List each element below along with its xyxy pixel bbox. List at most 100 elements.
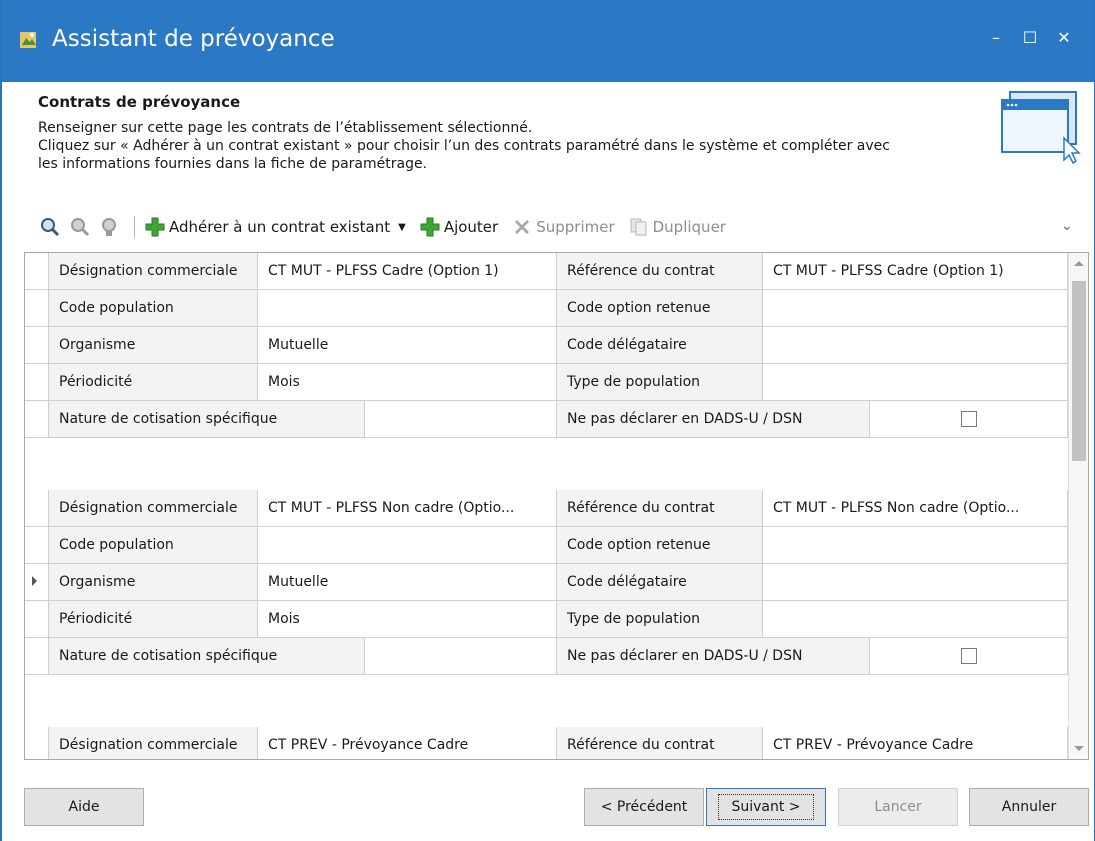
app-icon (20, 32, 36, 48)
label-periodicite: Périodicité (49, 364, 258, 400)
code-population-value[interactable] (258, 527, 557, 563)
type-population-value[interactable] (763, 601, 1068, 637)
label-organisme: Organisme (49, 564, 258, 600)
page-header: Contrats de prévoyance Renseigner sur ce… (38, 93, 998, 173)
grid-content: Désignation commerciale CT MUT - PLFSS C… (25, 253, 1068, 759)
label-code-delegataire: Code délégataire (557, 564, 763, 600)
label-organisme: Organisme (49, 327, 258, 363)
label-reference: Référence du contrat (557, 253, 763, 289)
label-code-option: Code option retenue (557, 290, 763, 326)
table-row: Périodicité Mois Type de population (25, 601, 1068, 638)
row-header (25, 675, 49, 727)
dropdown-arrow-icon[interactable]: ▼ (398, 222, 406, 233)
table-row: Code population Code option retenue (25, 290, 1068, 327)
window-controls: – ☐ ✕ (988, 28, 1072, 47)
next-button-label: Suivant > (718, 794, 814, 820)
adherer-button[interactable]: Adhérer à un contrat existant ▼ (145, 217, 406, 237)
contract-record: Désignation commerciale CT MUT - PLFSS N… (25, 490, 1068, 727)
adherer-label: Adhérer à un contrat existant (169, 218, 391, 236)
row-header[interactable] (25, 327, 49, 363)
designation-value[interactable]: CT MUT - PLFSS Non cadre (Optio... (258, 490, 557, 526)
next-button[interactable]: Suivant > (706, 788, 826, 826)
table-row: Code population Code option retenue (25, 527, 1068, 564)
contracts-grid: Désignation commerciale CT MUT - PLFSS C… (24, 252, 1089, 760)
maximize-icon[interactable]: ☐ (1022, 28, 1038, 47)
row-header[interactable] (25, 564, 49, 600)
reference-value[interactable]: CT MUT - PLFSS Non cadre (Optio... (763, 490, 1068, 526)
row-header[interactable] (25, 401, 49, 437)
ajouter-button[interactable]: Ajouter (420, 217, 498, 237)
contract-record: Désignation commerciale CT MUT - PLFSS C… (25, 253, 1068, 490)
vertical-scrollbar[interactable] (1068, 253, 1088, 759)
code-option-value[interactable] (763, 290, 1068, 326)
chevron-down-icon[interactable]: ⌄ (1061, 218, 1073, 234)
dupliquer-label: Dupliquer (652, 218, 726, 236)
table-row: Désignation commerciale CT MUT - PLFSS N… (25, 490, 1068, 527)
supprimer-button[interactable]: Supprimer (512, 217, 615, 237)
ne-pas-declarer-cell (870, 638, 1068, 674)
code-option-value[interactable] (763, 527, 1068, 563)
scroll-up-icon[interactable] (1074, 261, 1084, 266)
table-row: Organisme Mutuelle Code délégataire (25, 564, 1068, 601)
code-population-value[interactable] (258, 290, 557, 326)
page-description: Renseigner sur cette page les contrats d… (38, 120, 890, 172)
table-row: Organisme Mutuelle Code délégataire (25, 327, 1068, 364)
label-ne-pas-declarer: Ne pas déclarer en DADS-U / DSN (557, 401, 870, 437)
periodicite-value[interactable]: Mois (258, 364, 557, 400)
scroll-down-icon[interactable] (1074, 746, 1084, 751)
periodicite-value[interactable]: Mois (258, 601, 557, 637)
label-type-population: Type de population (557, 364, 763, 400)
label-code-population: Code population (49, 290, 258, 326)
title-bar[interactable]: Assistant de prévoyance – ☐ ✕ (2, 0, 1094, 82)
row-header[interactable] (25, 727, 49, 759)
reference-value[interactable]: CT MUT - PLFSS Cadre (Option 1) (763, 253, 1068, 289)
table-row: Nature de cotisation spécifique Ne pas d… (25, 401, 1068, 438)
toolbar-separator (134, 216, 135, 238)
help-button[interactable]: Aide (24, 788, 144, 826)
label-ne-pas-declarer: Ne pas déclarer en DADS-U / DSN (557, 638, 870, 674)
nature-value[interactable] (365, 401, 557, 437)
label-code-population: Code population (49, 527, 258, 563)
dupliquer-button[interactable]: Dupliquer (629, 217, 726, 237)
type-population-value[interactable] (763, 364, 1068, 400)
table-row: Désignation commerciale CT PREV - Prévoy… (25, 727, 1068, 759)
code-delegataire-value[interactable] (763, 327, 1068, 363)
plus-icon (420, 217, 440, 237)
row-header[interactable] (25, 601, 49, 637)
zoom-in-icon[interactable] (68, 215, 92, 239)
row-header[interactable] (25, 290, 49, 326)
row-header[interactable] (25, 527, 49, 563)
minimize-icon[interactable]: – (988, 28, 1004, 47)
ne-pas-declarer-checkbox[interactable] (961, 648, 977, 664)
reference-value[interactable]: CT PREV - Prévoyance Cadre (763, 727, 1068, 759)
label-reference: Référence du contrat (557, 490, 763, 526)
launch-button[interactable]: Lancer (838, 788, 958, 826)
previous-button[interactable]: < Précédent (584, 788, 704, 826)
row-header[interactable] (25, 253, 49, 289)
code-delegataire-value[interactable] (763, 564, 1068, 600)
nature-value[interactable] (365, 638, 557, 674)
record-separator (25, 438, 1068, 490)
table-row: Périodicité Mois Type de population (25, 364, 1068, 401)
cancel-button[interactable]: Annuler (969, 788, 1089, 826)
label-nature: Nature de cotisation spécifique (49, 638, 365, 674)
scroll-thumb[interactable] (1072, 281, 1086, 461)
close-icon[interactable]: ✕ (1056, 28, 1072, 47)
organisme-value[interactable]: Mutuelle (258, 564, 557, 600)
label-type-population: Type de population (557, 601, 763, 637)
designation-value[interactable]: CT PREV - Prévoyance Cadre (258, 727, 557, 759)
ne-pas-declarer-checkbox[interactable] (961, 411, 977, 427)
row-header[interactable] (25, 364, 49, 400)
row-header[interactable] (25, 490, 49, 526)
supprimer-label: Supprimer (536, 218, 615, 236)
label-code-option: Code option retenue (557, 527, 763, 563)
designation-value[interactable]: CT MUT - PLFSS Cadre (Option 1) (258, 253, 557, 289)
zoom-icon[interactable] (38, 215, 62, 239)
label-designation: Désignation commerciale (49, 727, 258, 759)
page-title: Contrats de prévoyance (38, 93, 241, 111)
label-reference: Référence du contrat (557, 727, 763, 759)
organisme-value[interactable]: Mutuelle (258, 327, 557, 363)
plus-icon (145, 217, 165, 237)
row-header[interactable] (25, 638, 49, 674)
zoom-out-icon[interactable] (98, 215, 122, 239)
